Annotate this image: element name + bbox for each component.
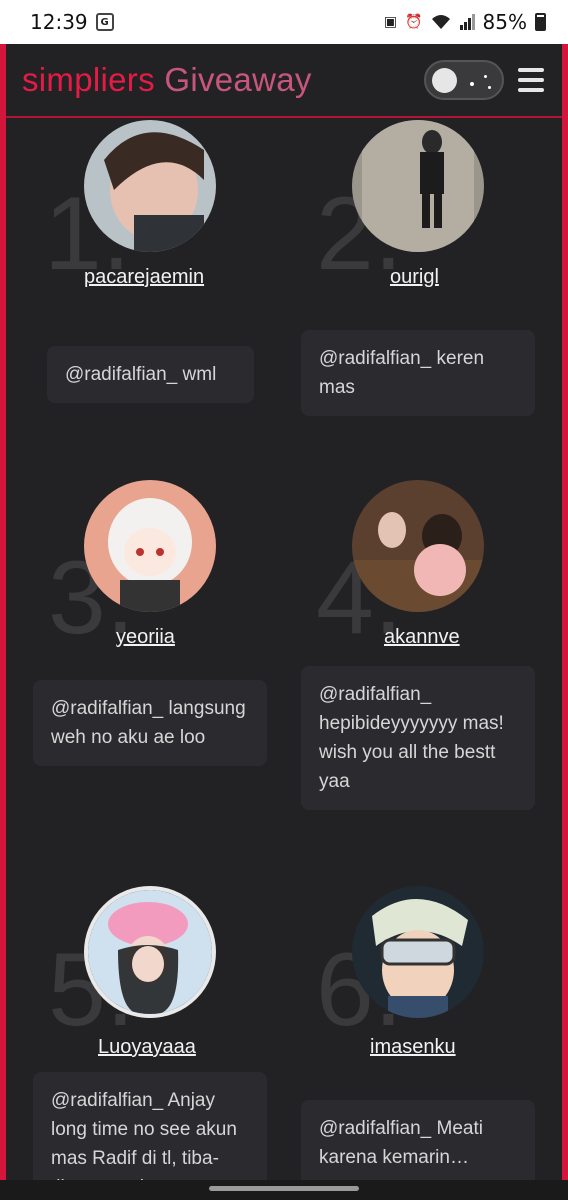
username-link[interactable]: akannve — [384, 626, 460, 649]
username-link[interactable]: ourigl — [390, 266, 439, 289]
signal-icon — [459, 14, 475, 30]
bug-icon: ▣ — [383, 14, 398, 30]
star-dot — [488, 86, 491, 89]
star-dot — [484, 75, 487, 78]
clock: 12:39 — [30, 10, 88, 34]
theme-toggle[interactable] — [424, 60, 504, 100]
avatar[interactable] — [352, 120, 484, 252]
battery-icon — [535, 13, 546, 31]
comment-bubble: @radifalfian_ hepibideyyyyyyy mas! wish … — [301, 666, 535, 810]
home-handle[interactable] — [209, 1186, 359, 1191]
translate-icon: G — [95, 13, 114, 31]
brand-part-2: Giveaway — [164, 61, 312, 98]
comment-bubble: @radifalfian_ Anjay long time no see aku… — [33, 1072, 267, 1180]
comment-bubble: @radifalfian_ wml — [47, 346, 254, 403]
avatar[interactable] — [84, 480, 216, 612]
header: simpliers Giveaway — [6, 44, 562, 118]
brand-part-1: simpliers — [22, 61, 155, 98]
status-bar: 12:39 G ▣ ⏰ 85% — [0, 0, 568, 44]
app-frame: simpliers Giveaway 1. pacarejaemin @radi… — [0, 44, 568, 1180]
wifi-icon — [431, 14, 451, 30]
avatar[interactable] — [84, 120, 216, 252]
gesture-bar — [0, 1180, 568, 1200]
avatar[interactable] — [352, 886, 484, 1018]
avatar[interactable] — [84, 886, 216, 1018]
brand-title[interactable]: simpliers Giveaway — [22, 61, 312, 99]
hamburger-icon[interactable] — [518, 68, 544, 92]
toggle-knob — [432, 68, 457, 93]
username-link[interactable]: pacarejaemin — [84, 266, 204, 289]
star-dot — [470, 82, 474, 86]
comment-bubble: @radifalfian_ Meati karena kemarin… — [301, 1100, 535, 1180]
comment-bubble: @radifalfian_ keren mas — [301, 330, 535, 416]
username-link[interactable]: imasenku — [370, 1036, 456, 1059]
battery-percent: 85% — [482, 10, 527, 34]
username-link[interactable]: yeoriia — [116, 626, 175, 649]
username-link[interactable]: Luoyayaaa — [98, 1036, 196, 1059]
alarm-icon: ⏰ — [405, 14, 423, 30]
avatar[interactable] — [352, 480, 484, 612]
comment-bubble: @radifalfian_ langsung weh no aku ae loo — [33, 680, 267, 766]
